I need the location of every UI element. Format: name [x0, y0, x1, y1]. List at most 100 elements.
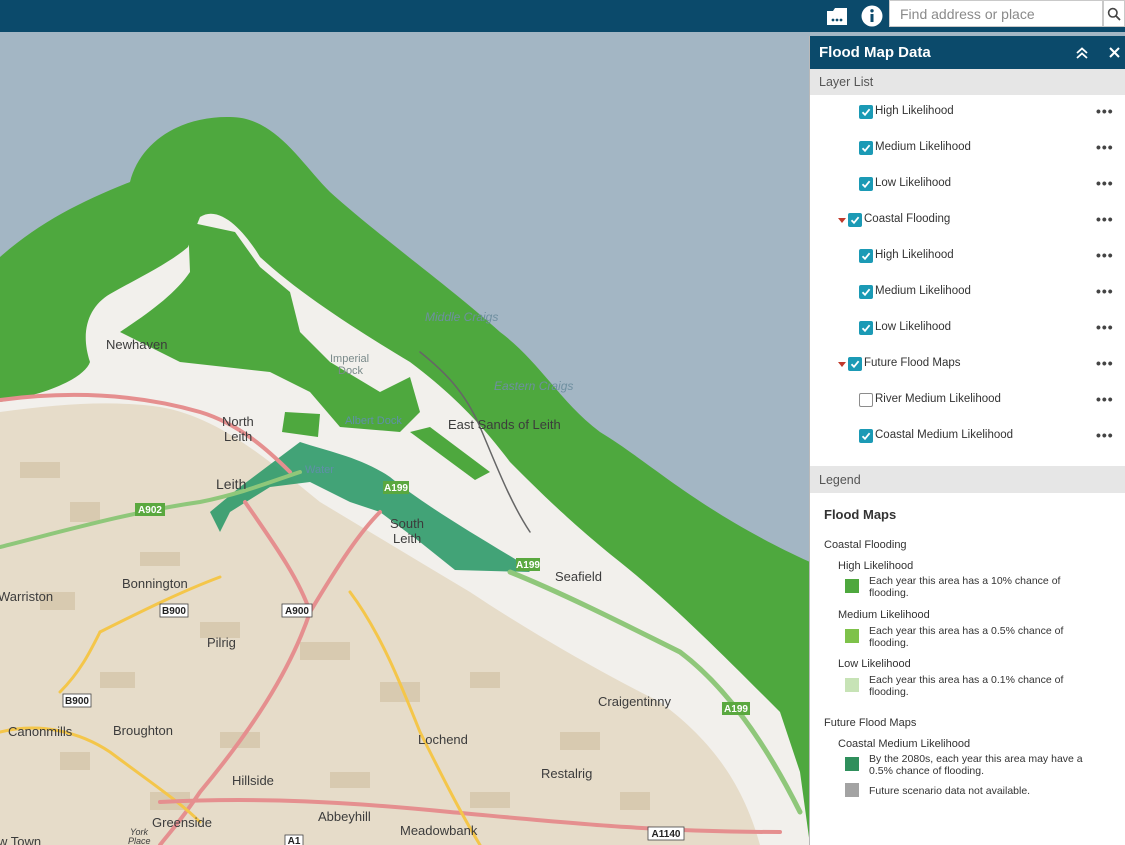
place-label: Abbeyhill: [318, 809, 371, 824]
place-label: Warriston: [0, 589, 53, 604]
place-label: Canonmills: [8, 724, 73, 739]
layer-label: Medium Likelihood: [875, 285, 971, 297]
layer-checkbox[interactable]: [859, 321, 873, 335]
panel-title: Flood Map Data: [819, 44, 931, 61]
legend-swatch-na: [845, 783, 859, 797]
layer-checkbox[interactable]: [859, 249, 873, 263]
legend-item-desc: Each year this area has a 10% chance of f…: [869, 575, 1061, 599]
search-input[interactable]: [889, 0, 1103, 27]
legend-item-desc: Each year this area has a 0.1% chance of…: [869, 674, 1064, 698]
layer-checkbox[interactable]: [848, 213, 862, 227]
legend-swatch-medium: [845, 629, 859, 643]
layer-row[interactable]: Coastal Flooding •••: [810, 204, 1125, 240]
legend-item-desc: Future scenario data not available.: [869, 785, 1031, 797]
layer-more-icon[interactable]: •••: [1096, 392, 1114, 406]
check-icon: [861, 288, 871, 297]
legend-item-label: Medium Likelihood: [838, 609, 930, 621]
road-label: B900: [65, 696, 89, 707]
place-label: North: [222, 414, 254, 429]
layer-checkbox[interactable]: [859, 177, 873, 191]
layer-more-icon[interactable]: •••: [1096, 104, 1114, 118]
place-label: Lochend: [418, 732, 468, 747]
layer-row[interactable]: River Medium Likelihood •••: [810, 384, 1125, 420]
check-icon: [861, 432, 871, 441]
expand-caret-icon[interactable]: [838, 218, 846, 223]
layer-row[interactable]: Low Likelihood •••: [810, 312, 1125, 348]
panel-header: Flood Map Data: [810, 36, 1125, 69]
place-label: Leith: [393, 531, 421, 546]
layer-checkbox[interactable]: [859, 285, 873, 299]
water-label: Middle Craigs: [425, 310, 498, 324]
layer-more-icon[interactable]: •••: [1096, 356, 1114, 370]
layer-checkbox[interactable]: [859, 141, 873, 155]
layer-label: Low Likelihood: [875, 321, 952, 333]
place-label: Albert Dock: [345, 415, 402, 427]
check-icon: [850, 216, 860, 225]
legend-title: Flood Maps: [824, 507, 897, 522]
legend-item-desc: By the 2080s, each year this area may ha…: [869, 753, 1083, 777]
check-icon: [861, 324, 871, 333]
close-icon: [1108, 47, 1120, 58]
expand-caret-icon[interactable]: [838, 362, 846, 367]
legend-swatch-high: [845, 579, 859, 593]
info-icon[interactable]: [855, 0, 889, 32]
layer-checkbox[interactable]: [859, 105, 873, 119]
layer-label: Coastal Flooding: [864, 213, 951, 225]
layer-more-icon[interactable]: •••: [1096, 212, 1114, 226]
layer-checkbox[interactable]: [848, 357, 862, 371]
layer-more-icon[interactable]: •••: [1096, 320, 1114, 334]
layer-label: Future Flood Maps: [864, 357, 961, 369]
road-label: A902: [138, 505, 162, 516]
place-label: Leith: [224, 429, 252, 444]
flood-map-panel: Flood Map Data Layer List High Likelihoo…: [809, 36, 1125, 845]
place-label: Dock: [338, 365, 364, 377]
layer-more-icon[interactable]: •••: [1096, 428, 1114, 442]
layer-more-icon[interactable]: •••: [1096, 176, 1114, 190]
layer-row[interactable]: Future Flood Maps •••: [810, 348, 1125, 384]
layer-row[interactable]: Medium Likelihood •••: [810, 276, 1125, 312]
layer-row[interactable]: High Likelihood •••: [810, 240, 1125, 276]
check-icon: [861, 108, 871, 117]
layer-checkbox[interactable]: [859, 429, 873, 443]
check-icon: [861, 180, 871, 189]
legend-swatch-low: [845, 678, 859, 692]
search-icon: [1107, 7, 1121, 21]
layer-label: High Likelihood: [875, 105, 954, 117]
layer-checkbox[interactable]: [859, 393, 873, 407]
collapse-button[interactable]: [1068, 36, 1096, 69]
road-label: A199: [516, 560, 540, 571]
layer-row[interactable]: Medium Likelihood •••: [810, 132, 1125, 168]
layer-row[interactable]: Coastal Medium Likelihood •••: [810, 420, 1125, 456]
layer-label: Low Likelihood: [875, 177, 952, 189]
place-label: Imperial: [330, 353, 369, 365]
road-label: A1140: [652, 829, 681, 840]
check-icon: [861, 252, 871, 261]
legend-group-coastal: Coastal Flooding: [824, 539, 907, 551]
layer-more-icon[interactable]: •••: [1096, 284, 1114, 298]
check-icon: [850, 360, 860, 369]
place-label: Place: [128, 836, 151, 845]
layer-list-header: Layer List: [810, 69, 1125, 95]
legend-swatch-future: [845, 757, 859, 771]
place-label: Bonnington: [122, 576, 188, 591]
layer-row[interactable]: Low Likelihood •••: [810, 168, 1125, 204]
legend-group-future: Future Flood Maps: [824, 717, 917, 729]
place-label: Greenside: [152, 815, 212, 830]
place-label: East Sands of Leith: [448, 417, 561, 432]
layer-more-icon[interactable]: •••: [1096, 140, 1114, 154]
layer-list-label: Layer List: [819, 75, 874, 89]
layer-label: River Medium Likelihood: [875, 393, 1001, 405]
close-button[interactable]: [1100, 36, 1125, 69]
double-chevron-up-icon: [1076, 46, 1088, 59]
road-label: A199: [384, 483, 408, 494]
map-view[interactable]: A902 A199 A199 B900 A900 B900 A199 A1 A1…: [0, 32, 810, 845]
layers-icon[interactable]: [820, 0, 854, 32]
layer-row[interactable]: High Likelihood •••: [810, 96, 1125, 132]
search-button[interactable]: [1103, 0, 1125, 27]
legend-item-desc: Each year this area has a 0.5% chance of…: [869, 625, 1064, 649]
legend-item-label: Coastal Medium Likelihood: [838, 738, 971, 750]
layer-label: Medium Likelihood: [875, 141, 971, 153]
layer-label: Coastal Medium Likelihood: [875, 429, 1014, 441]
layer-more-icon[interactable]: •••: [1096, 248, 1114, 262]
road-label: A199: [724, 704, 748, 715]
